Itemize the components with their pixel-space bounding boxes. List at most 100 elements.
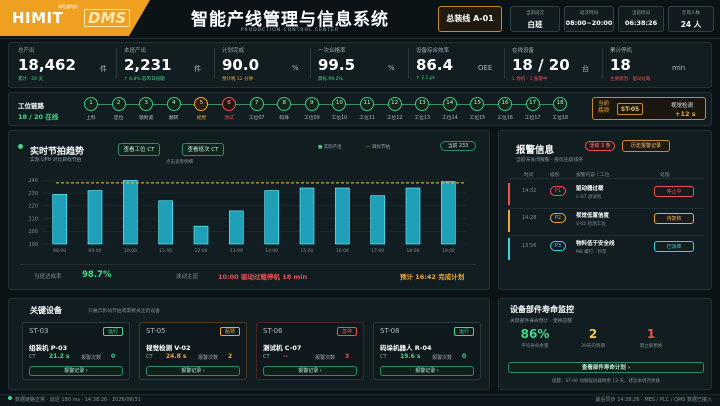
- logo-dms: DMS: [84, 9, 131, 27]
- life-note: 提醒：ST-06 伺服驱动器剩余 12 天，建议本周内更换: [551, 379, 661, 384]
- station-node[interactable]: 7: [249, 97, 264, 111]
- y-tick-label: 200: [28, 229, 38, 235]
- station-online: 18 / 20 在线: [18, 113, 59, 121]
- life-stat-replace-value: 1: [646, 327, 656, 341]
- bar[interactable]: [334, 187, 350, 245]
- station-node[interactable]: 1: [84, 97, 98, 111]
- alarm-action-button[interactable]: 停止中: [654, 186, 694, 197]
- bar[interactable]: [440, 181, 456, 245]
- bar[interactable]: [87, 190, 103, 245]
- trend-chart: 190 200 210 220 230 240 08:00 09:00 10:00 11:00 12…: [28, 178, 466, 254]
- device-card[interactable]: ST-05 瓶颈 视觉检测 V-02 CT 24.8 s 报警次数 2 报警记录 ›: [139, 322, 247, 380]
- alarm-action-button[interactable]: 已派单: [654, 241, 694, 252]
- x-tick-label: 19:00: [442, 248, 455, 254]
- alarm-row[interactable]: 14:32 P1 驱动器过载 C-07 测试机 停止中: [508, 183, 708, 211]
- bar[interactable]: [228, 210, 244, 245]
- alarm-level-bar: [508, 238, 510, 260]
- station-node[interactable]: 14: [442, 97, 457, 111]
- device-state-badge: 运行: [454, 327, 474, 336]
- y-tick-label: 210: [28, 216, 38, 222]
- bar[interactable]: [299, 187, 315, 245]
- device-ct-value: 19.6 s: [400, 353, 421, 360]
- alarm-content: 视觉低置信度: [576, 213, 610, 219]
- device-alarm-record-button[interactable]: 报警记录 ›: [263, 366, 357, 376]
- x-tick-label: 15:00: [301, 248, 314, 254]
- bar[interactable]: [52, 194, 68, 245]
- kpi-sub: 目标 99.2%: [318, 77, 343, 82]
- alarm-detail: M8 螺钉 · 料架: [576, 250, 607, 255]
- view-shift-ct-button[interactable]: 查看班次 CT: [182, 143, 224, 156]
- alarm-row[interactable]: 13:56 P3 物料低于安全线 M8 螺钉 · 料架 已派单: [508, 238, 708, 266]
- station-label: 定位: [113, 116, 124, 121]
- kpi-label: 在线设备: [512, 48, 535, 54]
- bottleneck-label: 当前瓶颈: [598, 101, 610, 114]
- legend-actual: ■ 实际产出: [318, 145, 342, 150]
- device-card[interactable]: ST-06 急停 测试机 C-07 CT -- 报警次数 3 报警记录 ›: [256, 322, 364, 380]
- life-plan-button[interactable]: 查看部件寿命计划 ›: [508, 362, 704, 373]
- line-selector[interactable]: 总装线 A-01: [438, 6, 502, 32]
- bar[interactable]: [370, 195, 386, 245]
- staff-value: 24 人: [680, 20, 702, 29]
- station-node[interactable]: 6: [222, 97, 236, 111]
- device-card[interactable]: ST-08 运行 码垛机器人 R-04 CT 19.6 s 报警次数 0 报警记录 ›: [373, 322, 481, 380]
- device-alarm-record-button[interactable]: 报警记录 ›: [146, 366, 240, 376]
- alarm-level-badge: P2: [550, 213, 566, 223]
- alarm-col-content: 报警内容 / 工位: [576, 173, 610, 178]
- kpi-value: 18 / 20: [512, 56, 570, 74]
- life-stat-margin-label: 平均寿命余量: [521, 344, 549, 349]
- alarm-row[interactable]: 14:28 P2 视觉低置信度 V-02 检测工位 待复核: [508, 210, 708, 238]
- kpi-value: 18: [610, 56, 631, 74]
- device-alarm-record-button[interactable]: 报警记录 ›: [380, 366, 474, 376]
- station-node[interactable]: 11: [360, 97, 374, 111]
- station-node[interactable]: 17: [525, 97, 540, 111]
- kpi-sub: ↑ 2.1 pt: [416, 76, 435, 81]
- device-id: ST-05: [146, 327, 166, 335]
- status-dot-icon: [8, 396, 12, 400]
- kpi-label: 本班产出: [124, 48, 147, 54]
- device-state-badge: 瓶颈: [220, 327, 240, 336]
- alarm-history-button[interactable]: 历史报警记录: [622, 140, 670, 152]
- kpi-card: 累计停机 18 主要原因：驱动过载 min: [610, 46, 706, 84]
- station-label: 工位07: [248, 116, 265, 121]
- device-card[interactable]: ST-03 运行 组装机 P-03 CT 21.2 s 报警次数 0 报警记录 ›: [22, 322, 130, 380]
- station-node[interactable]: 9: [304, 97, 319, 111]
- trend-divider: [20, 264, 476, 265]
- station-label: 工位09: [303, 116, 320, 121]
- station-node[interactable]: 4: [166, 97, 181, 111]
- page-title: 智能产线管理与信息系统: [191, 10, 389, 30]
- alarm-time: 14:32: [522, 188, 537, 194]
- trend-subtitle: 实际 UPH 对比目标节拍: [30, 158, 82, 163]
- device-name: 测试机 C-07: [263, 344, 302, 352]
- device-alarm-record-button[interactable]: 报警记录 ›: [29, 366, 123, 376]
- kpi-divider: [504, 48, 505, 78]
- bar[interactable]: [158, 200, 174, 245]
- station-title: 工位链路: [18, 102, 44, 110]
- logo-text: HIMIT: [12, 9, 64, 27]
- station-label: 工位10: [331, 116, 348, 121]
- station-node[interactable]: 2: [111, 97, 126, 111]
- station-node[interactable]: 16: [498, 97, 512, 111]
- device-state-badge: 运行: [103, 327, 123, 336]
- station-node[interactable]: 12: [387, 97, 402, 111]
- device-alarm-count: 3: [345, 353, 350, 360]
- y-tick-label: 240: [28, 178, 38, 184]
- alarm-action-button[interactable]: 待复核: [654, 213, 694, 224]
- kpi-label: 计划完成: [222, 48, 245, 54]
- view-station-ct-button[interactable]: 查看工位 CT: [118, 143, 160, 156]
- bottleneck-box[interactable]: 当前瓶颈 ST-05 视觉检测 +12 s: [592, 97, 706, 120]
- station-label: 工位14: [441, 116, 458, 121]
- bar[interactable]: [405, 187, 421, 245]
- kpi-card: 计划完成 90.0 预计晚 12 分钟%: [222, 46, 318, 84]
- device-ct-value: --: [283, 353, 288, 360]
- kpi-card: 在线设备 18 / 20 1 停机 · 1 报警中 台: [512, 46, 608, 84]
- device-state-badge: 急停: [337, 327, 357, 336]
- clock-label: 当前时间: [632, 11, 650, 16]
- rate-value: 98.7%: [82, 270, 112, 280]
- station-label: 测试: [224, 116, 234, 121]
- bar[interactable]: [264, 190, 280, 245]
- bar[interactable]: [193, 225, 209, 245]
- kpi-unit: OEE: [478, 64, 493, 72]
- bar[interactable]: [122, 180, 138, 245]
- kpi-sub: 主要原因：驱动过载: [610, 77, 651, 82]
- kpi-label: 一次合格率: [318, 48, 346, 54]
